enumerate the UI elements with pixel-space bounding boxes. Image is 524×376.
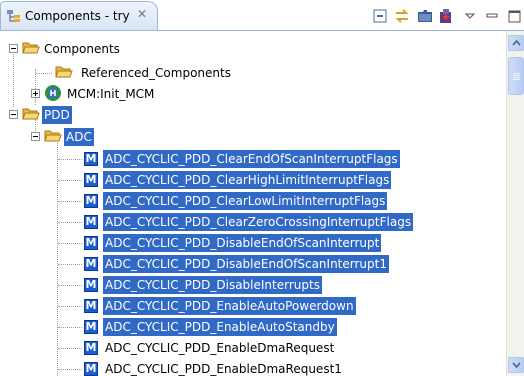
tree-item-pdd[interactable]: PDD (0, 105, 506, 126)
tree-item-method[interactable]: M ADC_CYCLIC_PDD_EnableDmaRequest1 (0, 359, 506, 376)
method-icon: M (84, 194, 98, 208)
method-icon: M (84, 362, 98, 376)
tree-item-mcm[interactable]: MCM:Init_MCM (0, 84, 506, 105)
tree-guide (58, 369, 82, 370)
collapse-toggle-icon[interactable] (31, 132, 40, 141)
view-tab[interactable]: Components - try ✕ (0, 1, 158, 31)
open-folder-icon (44, 130, 62, 142)
component-tree[interactable]: Components Referenced_Components MCM:Ini… (0, 31, 506, 376)
maximize-icon[interactable] (506, 8, 522, 24)
tree-item-label: MCM:Init_MCM (67, 87, 155, 101)
bean-component-icon (45, 85, 61, 101)
tree-item-label: ADC_CYCLIC_PDD_ClearEndOfScanInterruptFl… (103, 150, 400, 168)
tree-guide (58, 348, 82, 349)
tree-guide (58, 180, 82, 181)
expand-toggle-icon[interactable] (31, 89, 40, 98)
tree-guide (58, 264, 82, 265)
chevron-down-icon (512, 362, 521, 368)
method-icon: M (84, 215, 98, 229)
tree-guide (58, 306, 82, 307)
tree-guide (58, 285, 82, 286)
tree-item-label: ADC_CYCLIC_PDD_EnableAutoPowerdown (103, 297, 356, 315)
method-icon: M (84, 236, 98, 250)
chevron-down-icon[interactable] (462, 8, 478, 24)
tree-item-method[interactable]: M ADC_CYCLIC_PDD_DisableEndOfScanInterrup… (0, 254, 506, 275)
tree-item-label: ADC (64, 128, 94, 146)
scroll-down-button[interactable] (508, 357, 524, 373)
method-icon: M (84, 152, 98, 166)
tree-item-method[interactable]: M ADC_CYCLIC_PDD_ClearEndOfScanInterruptF… (0, 149, 506, 170)
tree-guide (58, 243, 82, 244)
link-arrows-icon[interactable] (394, 8, 410, 24)
vertical-scrollbar[interactable] (506, 31, 524, 376)
open-folder-icon (22, 108, 40, 120)
view-title: Components - try (25, 9, 130, 23)
tree-item-label: ADC_CYCLIC_PDD_ClearZeroCrossingInterrup… (103, 213, 414, 231)
tree-item-method[interactable]: M ADC_CYCLIC_PDD_ClearLowLimitInterruptFl… (0, 191, 506, 212)
tree-guide (36, 73, 52, 74)
open-folder-icon (22, 42, 40, 54)
open-folder-icon (55, 66, 73, 78)
tree-item-method[interactable]: M ADC_CYCLIC_PDD_ClearHighLimitInterruptF… (0, 170, 506, 191)
collapse-toggle-icon[interactable] (9, 110, 18, 119)
tree-item-adc[interactable]: ADC (0, 127, 506, 148)
tree-guide (58, 327, 82, 328)
tree-item-method[interactable]: M ADC_CYCLIC_PDD_DisableInterrupts (0, 275, 506, 296)
method-icon: M (84, 257, 98, 271)
tree-item-method[interactable]: M ADC_CYCLIC_PDD_DisableEndOfScanInterrup… (0, 233, 506, 254)
tree-item-label: Components (44, 42, 120, 56)
method-icon: M (84, 278, 98, 292)
method-icon: M (84, 320, 98, 334)
tree-item-label: ADC_CYCLIC_PDD_ClearLowLimitInterruptFla… (103, 192, 388, 210)
method-icon: M (84, 341, 98, 355)
tree-guide (58, 159, 82, 160)
scroll-thumb[interactable] (508, 57, 524, 95)
tree-item-referenced-components[interactable]: Referenced_Components (0, 63, 506, 84)
scroll-up-button[interactable] (508, 35, 524, 51)
close-icon[interactable]: ✕ (137, 8, 149, 20)
tree-guide (58, 201, 82, 202)
tree-item-label: ADC_CYCLIC_PDD_EnableDmaRequest1 (105, 362, 342, 376)
tree-guide (58, 222, 82, 223)
tree-item-label: ADC_CYCLIC_PDD_ClearHighLimitInterruptFl… (103, 171, 392, 189)
method-icon: M (84, 173, 98, 187)
tree-item-method[interactable]: M ADC_CYCLIC_PDD_ClearZeroCrossingInterru… (0, 212, 506, 233)
tree-item-method[interactable]: M ADC_CYCLIC_PDD_EnableDmaRequest (0, 338, 506, 359)
collapse-toggle-icon[interactable] (9, 44, 18, 53)
component-tree-icon (7, 10, 20, 22)
tree-item-label: ADC_CYCLIC_PDD_DisableInterrupts (103, 276, 322, 294)
tree-item-label: ADC_CYCLIC_PDD_EnableAutoStandby (103, 318, 337, 336)
tree-item-components[interactable]: Components (0, 39, 506, 60)
tree-item-method[interactable]: M ADC_CYCLIC_PDD_EnableAutoPowerdown (0, 296, 506, 317)
view-tab-bar: Components - try ✕ (0, 0, 524, 31)
method-icon: M (84, 299, 98, 313)
tree-item-label: PDD (42, 106, 72, 124)
folder-icon[interactable] (417, 8, 433, 24)
minimize-icon[interactable] (484, 8, 500, 24)
tree-item-label: ADC_CYCLIC_PDD_DisableEndOfScanInterrupt… (103, 255, 389, 273)
tree-item-label: Referenced_Components (81, 66, 231, 80)
tree-item-label: ADC_CYCLIC_PDD_EnableDmaRequest (105, 341, 335, 355)
chevron-up-icon (512, 40, 521, 46)
collapse-all-icon[interactable] (372, 8, 388, 24)
component-add-icon[interactable] (438, 8, 454, 24)
tree-item-label: ADC_CYCLIC_PDD_DisableEndOfScanInterrupt (103, 234, 382, 252)
tree-item-method[interactable]: M ADC_CYCLIC_PDD_EnableAutoStandby (0, 317, 506, 338)
